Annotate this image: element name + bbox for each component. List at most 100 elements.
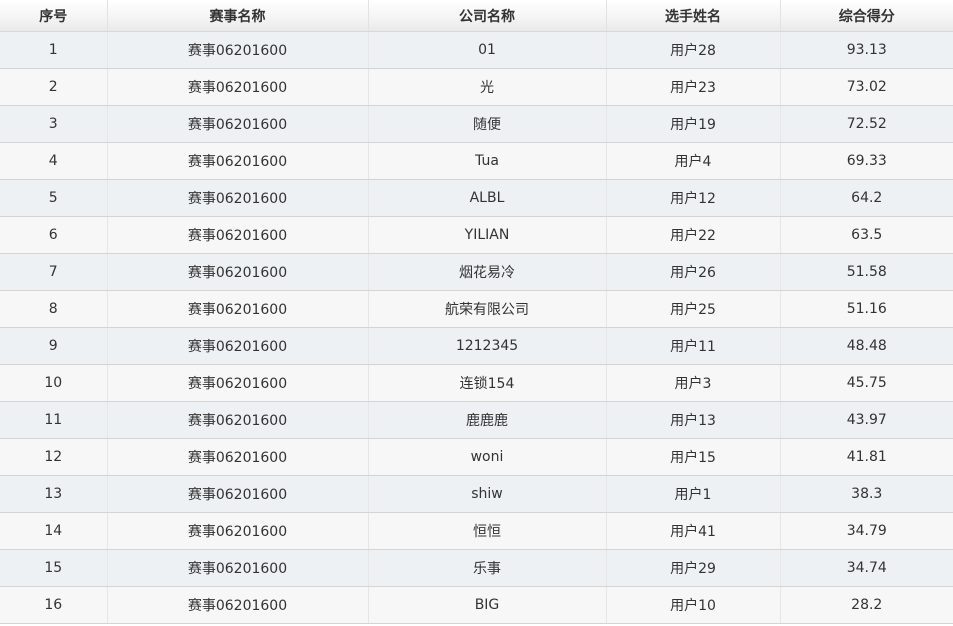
table-row: 7 赛事06201600 烟花易冷 用户26 51.58 [0,253,953,291]
cell-index: 5 [0,179,108,217]
cell-event-name: 赛事06201600 [107,512,369,550]
cell-player-name: 用户41 [606,512,781,550]
cell-company-name: woni [368,438,607,476]
table-row: 8 赛事06201600 航荣有限公司 用户25 51.16 [0,290,953,328]
cell-total-score: 41.81 [780,438,953,476]
header-player-name: 选手姓名 [606,0,781,32]
cell-player-name: 用户11 [606,327,781,365]
cell-index: 16 [0,586,108,624]
cell-player-name: 用户22 [606,216,781,254]
cell-index: 14 [0,512,108,550]
cell-company-name: 乐事 [368,549,607,587]
cell-player-name: 用户23 [606,68,781,106]
cell-player-name: 用户15 [606,438,781,476]
header-row: 序号 赛事名称 公司名称 选手姓名 综合得分 [0,0,953,32]
cell-total-score: 45.75 [780,364,953,402]
cell-company-name: ALBL [368,179,607,217]
cell-event-name: 赛事06201600 [107,105,369,143]
table-row: 11 赛事06201600 鹿鹿鹿 用户13 43.97 [0,401,953,439]
cell-index: 11 [0,401,108,439]
cell-company-name: 连锁154 [368,364,607,402]
cell-player-name: 用户4 [606,142,781,180]
cell-total-score: 34.74 [780,549,953,587]
cell-index: 13 [0,475,108,513]
table-row: 9 赛事06201600 1212345 用户11 48.48 [0,327,953,365]
cell-event-name: 赛事06201600 [107,216,369,254]
table-row: 6 赛事06201600 YILIAN 用户22 63.5 [0,216,953,254]
cell-company-name: 1212345 [368,327,607,365]
cell-total-score: 51.16 [780,290,953,328]
cell-player-name: 用户13 [606,401,781,439]
cell-total-score: 43.97 [780,401,953,439]
header-total-score: 综合得分 [780,0,953,32]
table-row: 15 赛事06201600 乐事 用户29 34.74 [0,549,953,587]
table-row: 12 赛事06201600 woni 用户15 41.81 [0,438,953,476]
header-event-name: 赛事名称 [107,0,369,32]
table-row: 5 赛事06201600 ALBL 用户12 64.2 [0,179,953,217]
cell-index: 10 [0,364,108,402]
cell-event-name: 赛事06201600 [107,68,369,106]
header-company-name: 公司名称 [368,0,607,32]
ranking-table: 序号 赛事名称 公司名称 选手姓名 综合得分 1 赛事06201600 01 用户28… [0,0,953,624]
cell-player-name: 用户1 [606,475,781,513]
cell-company-name: 随便 [368,105,607,143]
cell-event-name: 赛事06201600 [107,438,369,476]
cell-event-name: 赛事06201600 [107,549,369,587]
cell-player-name: 用户10 [606,586,781,624]
cell-index: 9 [0,327,108,365]
cell-total-score: 28.2 [780,586,953,624]
cell-event-name: 赛事06201600 [107,401,369,439]
table-row: 14 赛事06201600 恒恒 用户41 34.79 [0,512,953,550]
table-body: 1 赛事06201600 01 用户28 93.13 2 赛事06201600 光用户23 73… [0,31,953,624]
table-row: 1 赛事06201600 01 用户28 93.13 [0,31,953,69]
cell-company-name: 光 [368,68,607,106]
cell-company-name: shiw [368,475,607,513]
cell-player-name: 用户25 [606,290,781,328]
cell-total-score: 69.33 [780,142,953,180]
cell-company-name: Tua [368,142,607,180]
table-row: 13 赛事06201600 shiw 用户1 38.3 [0,475,953,513]
cell-company-name: 01 [368,31,607,69]
table-row: 4 赛事06201600 Tua 用户4 69.33 [0,142,953,180]
table-row: 2 赛事06201600 光用户23 73.02 [0,68,953,106]
table-row: 16 赛事06201600 BIG 用户10 28.2 [0,586,953,624]
table-row: 10 赛事06201600 连锁154 用户3 45.75 [0,364,953,402]
cell-index: 15 [0,549,108,587]
cell-total-score: 64.2 [780,179,953,217]
cell-total-score: 63.5 [780,216,953,254]
cell-event-name: 赛事06201600 [107,327,369,365]
cell-player-name: 用户26 [606,253,781,291]
cell-index: 12 [0,438,108,476]
cell-index: 3 [0,105,108,143]
cell-index: 8 [0,290,108,328]
table-row: 3 赛事06201600 随便 用户19 72.52 [0,105,953,143]
cell-player-name: 用户28 [606,31,781,69]
cell-player-name: 用户19 [606,105,781,143]
cell-player-name: 用户3 [606,364,781,402]
cell-total-score: 38.3 [780,475,953,513]
cell-index: 1 [0,31,108,69]
cell-company-name: 烟花易冷 [368,253,607,291]
cell-total-score: 34.79 [780,512,953,550]
cell-total-score: 72.52 [780,105,953,143]
cell-player-name: 用户29 [606,549,781,587]
cell-event-name: 赛事06201600 [107,142,369,180]
cell-event-name: 赛事06201600 [107,364,369,402]
cell-event-name: 赛事06201600 [107,253,369,291]
cell-event-name: 赛事06201600 [107,31,369,69]
cell-event-name: 赛事06201600 [107,475,369,513]
cell-event-name: 赛事06201600 [107,179,369,217]
cell-company-name: 航荣有限公司 [368,290,607,328]
cell-index: 2 [0,68,108,106]
cell-total-score: 73.02 [780,68,953,106]
cell-event-name: 赛事06201600 [107,586,369,624]
cell-index: 6 [0,216,108,254]
cell-total-score: 51.58 [780,253,953,291]
cell-company-name: 恒恒 [368,512,607,550]
cell-index: 7 [0,253,108,291]
cell-event-name: 赛事06201600 [107,290,369,328]
cell-company-name: BIG [368,586,607,624]
table-header: 序号 赛事名称 公司名称 选手姓名 综合得分 [0,0,953,32]
cell-total-score: 93.13 [780,31,953,69]
cell-player-name: 用户12 [606,179,781,217]
